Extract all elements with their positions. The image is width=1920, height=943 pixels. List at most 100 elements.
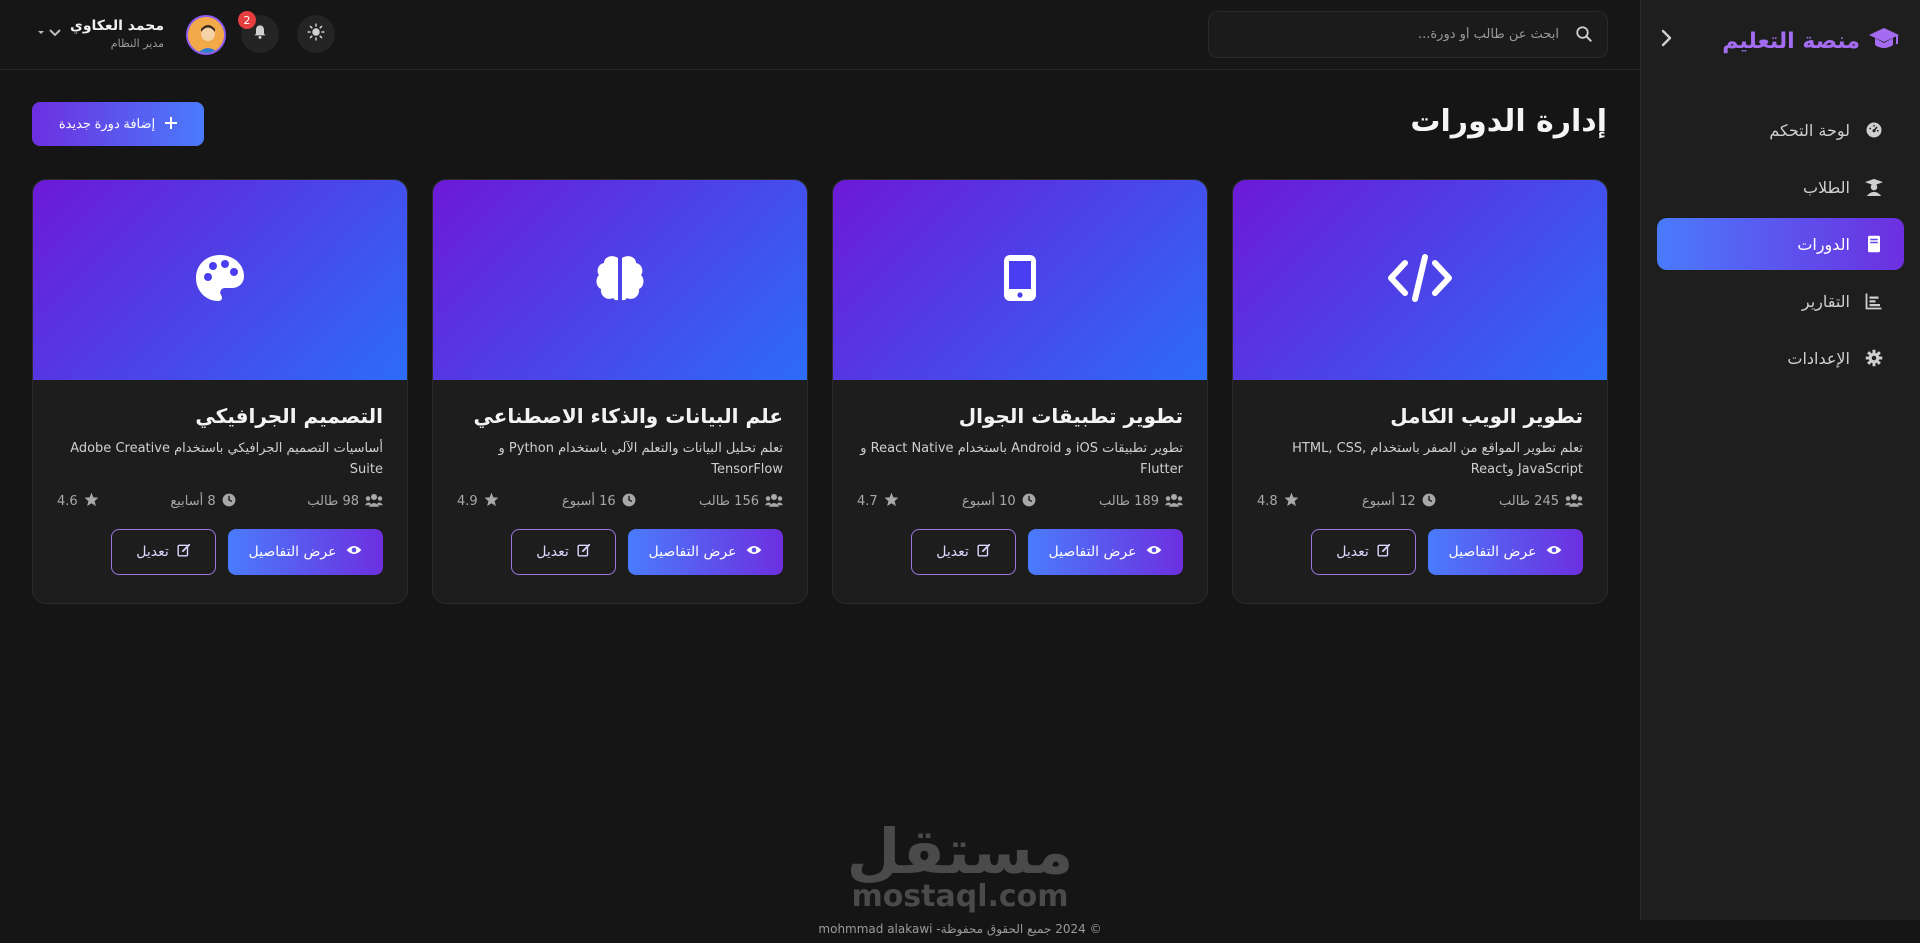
course-title: علم البيانات والذكاء الاصطناعي [473, 404, 783, 428]
edit-icon [1377, 543, 1391, 561]
course-card: تطوير الويب الكامل تعلم تطوير المواقع من… [1232, 179, 1608, 604]
user-menu[interactable]: محمد العكاوي مدير النظام [36, 12, 164, 56]
sidebar-item-students[interactable]: الطلاب [1657, 161, 1904, 213]
sidebar-item-label: لوحة التحكم [1769, 120, 1850, 140]
eye-icon [746, 544, 762, 560]
rating-value: 4.8 [1257, 494, 1278, 509]
course-banner [833, 180, 1207, 380]
edit-label: تعديل [936, 544, 969, 560]
course-rating: 4.8 [1257, 492, 1299, 511]
plus-icon [165, 116, 178, 132]
sidebar-item-label: الطلاب [1802, 177, 1850, 197]
sidebar-item-reports[interactable]: التقارير [1657, 275, 1904, 327]
course-rating: 4.7 [857, 492, 899, 511]
edit-icon [977, 543, 991, 561]
bell-icon [252, 24, 268, 44]
chevron-down-icon[interactable] [36, 27, 66, 41]
dashboard-icon [1864, 120, 1884, 140]
edit-label: تعديل [136, 544, 169, 560]
view-details-label: عرض التفاصيل [1448, 544, 1537, 560]
users-icon [765, 493, 783, 511]
edit-icon [177, 543, 191, 561]
course-students: 245 طالب [1499, 493, 1583, 511]
star-icon [1284, 492, 1299, 511]
brand[interactable]: منصة التعليم [1722, 26, 1900, 56]
user-name: محمد العكاوي [70, 18, 164, 34]
edit-button[interactable]: تعديل [911, 529, 1016, 575]
sidebar-item-dashboard[interactable]: لوحة التحكم [1657, 104, 1904, 156]
clock-icon [1022, 493, 1036, 511]
eye-icon [346, 544, 362, 560]
edit-label: تعديل [536, 544, 569, 560]
users-icon [1165, 493, 1183, 511]
graduation-cap-icon [1868, 26, 1900, 56]
footer-copyright: © 2024 جميع الحقوق محفوظة- mohmmad alaka… [818, 922, 1102, 936]
notification-badge: 2 [238, 11, 256, 29]
course-title: التصميم الجرافيكي [195, 404, 383, 428]
gear-icon [1864, 348, 1884, 368]
duration-text: 10 أسبوع [962, 494, 1016, 509]
users-icon [1565, 493, 1583, 511]
graduate-icon [1864, 177, 1884, 197]
star-icon [484, 492, 499, 511]
duration-text: 8 أسابيع [170, 494, 216, 509]
edit-button[interactable]: تعديل [511, 529, 616, 575]
view-details-button[interactable]: عرض التفاصيل [1028, 529, 1183, 575]
star-icon [84, 492, 99, 511]
top-bar: محمد العكاوي مدير النظام 2 [0, 0, 1640, 70]
course-rating: 4.6 [57, 492, 99, 511]
sidebar-item-courses[interactable]: الدورات [1657, 218, 1904, 270]
course-title: تطوير الويب الكامل [1390, 404, 1583, 428]
view-details-label: عرض التفاصيل [1048, 544, 1137, 560]
course-card: تطوير تطبيقات الجوال تطوير تطبيقات iOS و… [832, 179, 1208, 604]
chart-icon [1864, 291, 1884, 311]
page-title: إدارة الدورات [1410, 104, 1607, 139]
eye-icon [1146, 544, 1162, 560]
duration-text: 16 أسبوع [562, 494, 616, 509]
sidebar-item-label: الدورات [1797, 234, 1850, 254]
sidebar-item-settings[interactable]: الإعدادات [1657, 332, 1904, 384]
view-details-button[interactable]: عرض التفاصيل [628, 529, 783, 575]
add-course-button[interactable]: إضافة دورة جديدة [32, 102, 204, 146]
course-duration: 12 أسبوع [1362, 493, 1436, 511]
view-details-label: عرض التفاصيل [248, 544, 337, 560]
students-count: 156 طالب [699, 494, 759, 509]
course-banner [1233, 180, 1607, 380]
edit-label: تعديل [1336, 544, 1369, 560]
view-details-button[interactable]: عرض التفاصيل [228, 529, 383, 575]
star-icon [884, 492, 899, 511]
sidebar: منصة التعليم لوحة التحكم الطلاب الدورات [1640, 0, 1920, 920]
course-rating: 4.9 [457, 492, 499, 511]
clock-icon [1422, 493, 1436, 511]
course-description: أساسيات التصميم الجرافيكي باستخدام Adobe… [70, 441, 383, 477]
rating-value: 4.9 [457, 494, 478, 509]
search-input[interactable] [1209, 12, 1607, 57]
watermark-latin: mostaql.com [851, 879, 1069, 914]
rating-value: 4.7 [857, 494, 878, 509]
students-count: 189 طالب [1099, 494, 1159, 509]
brain-icon [594, 254, 646, 306]
course-duration: 10 أسبوع [962, 493, 1036, 511]
search-box[interactable] [1208, 11, 1608, 58]
theme-toggle-button[interactable] [297, 15, 335, 53]
mobile-icon [1002, 253, 1038, 307]
edit-button[interactable]: تعديل [1311, 529, 1416, 575]
edit-icon [577, 543, 591, 561]
brand-title: منصة التعليم [1722, 28, 1860, 54]
edit-button[interactable]: تعديل [111, 529, 216, 575]
collapse-sidebar-button[interactable] [1659, 28, 1673, 54]
user-role: مدير النظام [110, 37, 164, 50]
students-count: 98 طالب [307, 494, 359, 509]
avatar[interactable] [186, 15, 226, 55]
sidebar-nav: لوحة التحكم الطلاب الدورات التقارير الإع… [1641, 82, 1920, 384]
course-students: 98 طالب [307, 493, 383, 511]
rating-value: 4.6 [57, 494, 78, 509]
view-details-button[interactable]: عرض التفاصيل [1428, 529, 1583, 575]
course-students: 189 طالب [1099, 493, 1183, 511]
clock-icon [622, 493, 636, 511]
users-icon [365, 493, 383, 511]
add-course-label: إضافة دورة جديدة [58, 116, 156, 131]
view-details-label: عرض التفاصيل [648, 544, 737, 560]
course-card: التصميم الجرافيكي أساسيات التصميم الجراف… [32, 179, 408, 604]
palette-icon [194, 253, 246, 307]
